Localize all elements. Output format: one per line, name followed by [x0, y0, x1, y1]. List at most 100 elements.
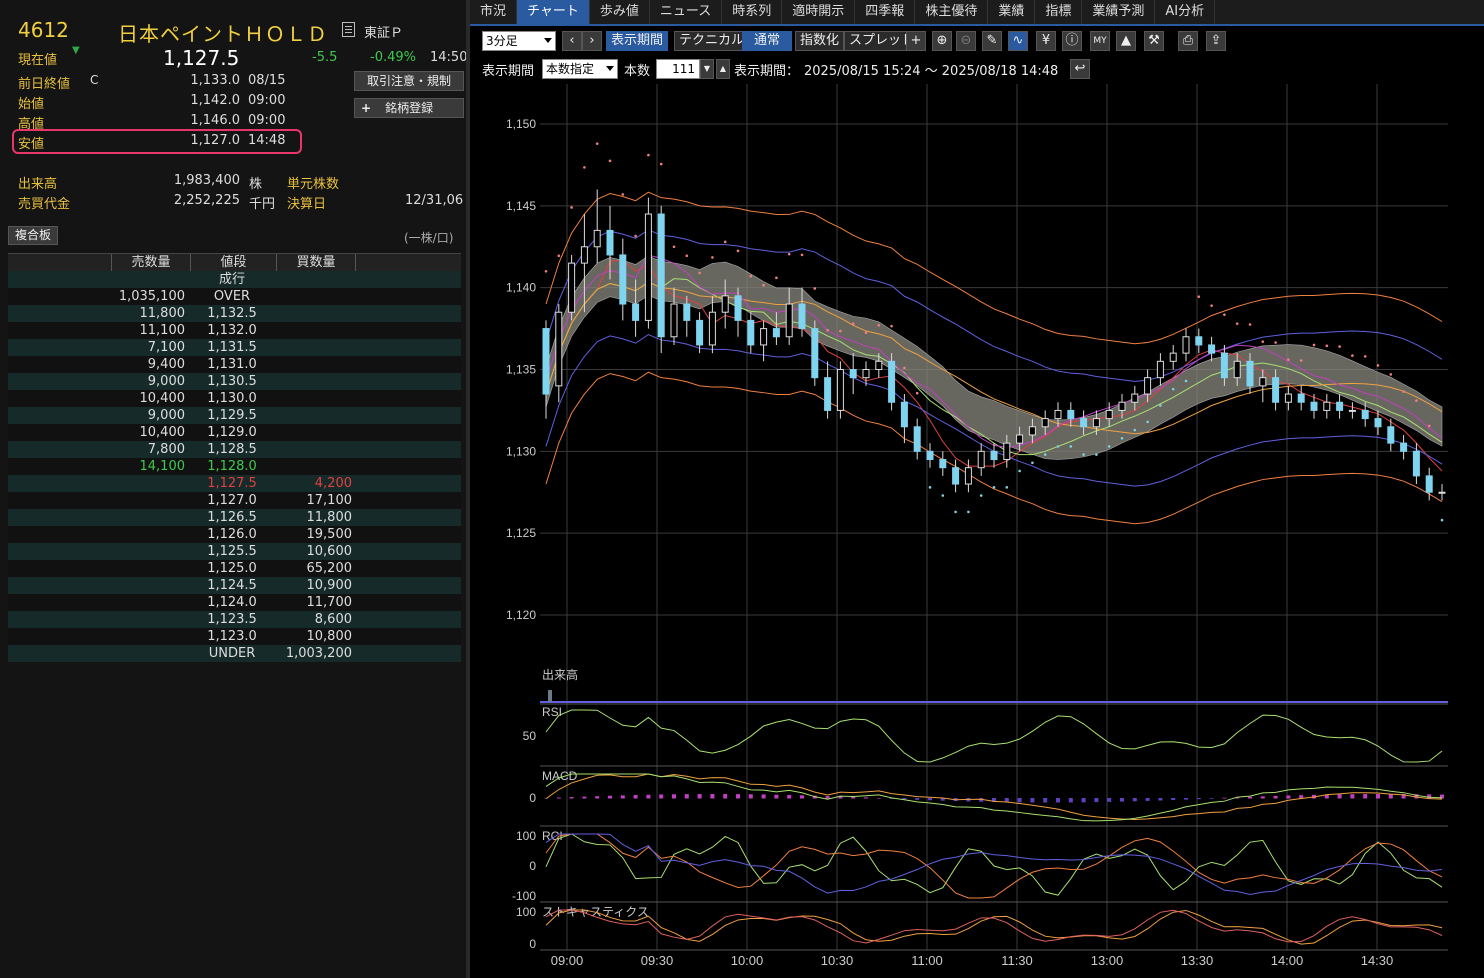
order-book-row[interactable]: 9,000 1,130.5 — [8, 373, 461, 390]
order-book-row[interactable]: 1,127.0 17,100 — [8, 492, 461, 509]
count-input[interactable]: 111 — [656, 59, 700, 79]
macd-histogram-bar — [1388, 794, 1393, 799]
tab-2[interactable]: 歩み値 — [590, 0, 650, 24]
candle-body — [913, 426, 921, 452]
print-icon[interactable]: ⎙ — [1178, 31, 1198, 51]
area-chart-icon[interactable]: ▲ — [1116, 31, 1136, 51]
order-book-row[interactable]: UNDER 1,003,200 — [8, 645, 461, 662]
order-book-row[interactable]: 14,100 1,128.0 — [8, 458, 461, 475]
macd-histogram-bar — [787, 794, 792, 799]
export-icon[interactable]: ⇪ — [1206, 31, 1226, 51]
macd-histogram-bar — [1120, 798, 1124, 802]
order-book-row[interactable]: 1,125.0 65,200 — [8, 560, 461, 577]
order-book-row[interactable]: 11,800 1,132.5 — [8, 305, 461, 322]
index-button[interactable]: 指数化 — [795, 31, 845, 51]
composite-board-button[interactable]: 複合板 — [8, 226, 58, 245]
x-tick-label: 11:30 — [1001, 953, 1033, 968]
zoom-out-icon[interactable]: ⊖ — [956, 31, 976, 51]
order-book-row[interactable]: 7,100 1,131.5 — [8, 339, 461, 356]
macd-histogram-bar — [1043, 798, 1048, 803]
wrench-icon[interactable]: ⚒ — [1144, 31, 1164, 51]
chevron-right-icon[interactable]: › — [582, 31, 602, 51]
document-icon[interactable] — [342, 22, 355, 37]
interval-select[interactable]: 3分足 — [482, 31, 556, 51]
macd-histogram-bar — [659, 794, 664, 799]
order-book-row[interactable]: 1,123.5 8,600 — [8, 611, 461, 628]
tab-4[interactable]: 時系列 — [722, 0, 783, 24]
order-book-row[interactable]: 9,400 1,131.0 — [8, 356, 461, 373]
tab-0[interactable]: 市況 — [470, 0, 518, 24]
low-time: 14:48 — [248, 133, 286, 148]
period-mode-select[interactable]: 本数指定 — [542, 59, 618, 79]
sell-qty-cell — [112, 594, 187, 611]
sar-dot — [1389, 373, 1393, 376]
order-book-row[interactable]: 9,000 1,129.5 — [8, 407, 461, 424]
order-book-row[interactable]: 1,035,100 OVER — [8, 288, 461, 305]
technical-button[interactable]: テクニカル — [674, 31, 750, 51]
my-indicator-icon[interactable]: MY — [1090, 31, 1110, 51]
sar-dot — [1325, 344, 1329, 348]
price-chart[interactable]: 09:00 09:30 10:00 10:30 11:00 11:30 13:00 13:30… — [470, 84, 1484, 978]
order-book-row[interactable]: 10,400 1,130.0 — [8, 390, 461, 407]
tab-7[interactable]: 株主優待 — [915, 0, 989, 24]
candle-body — [888, 360, 896, 403]
candle-body — [542, 328, 550, 395]
zoom-in-icon[interactable]: ⊕ — [932, 31, 952, 51]
order-book-row[interactable]: 11,100 1,132.0 — [8, 322, 461, 339]
candle-body — [1080, 418, 1088, 428]
candle-body — [619, 254, 627, 305]
chevron-left-icon[interactable]: ‹ — [562, 31, 582, 51]
macd-histogram-bar — [1222, 797, 1227, 799]
order-book-row[interactable]: 1,124.0 11,700 — [8, 594, 461, 611]
sar-dot — [954, 510, 957, 514]
order-book-row[interactable]: 1,126.0 19,500 — [8, 526, 461, 543]
tab-1[interactable]: チャート — [517, 0, 590, 24]
tab-11[interactable]: AI分析 — [1155, 0, 1216, 24]
buy-qty-cell — [277, 356, 352, 373]
order-book-row[interactable]: 10,400 1,129.0 — [8, 424, 461, 441]
order-book-row[interactable]: 1,126.5 11,800 — [8, 509, 461, 526]
candle-body — [555, 311, 563, 387]
macd-histogram-bar — [1427, 794, 1432, 799]
yen-icon[interactable]: ¥ — [1036, 31, 1056, 51]
display-period-button[interactable]: 表示期間 — [606, 31, 669, 51]
macd-histogram-bar — [595, 796, 600, 799]
macd-histogram-bar — [646, 794, 651, 799]
tab-9[interactable]: 指標 — [1035, 0, 1083, 24]
normal-button[interactable]: 通常 — [742, 31, 792, 51]
order-book-row[interactable]: 1,125.5 10,600 — [8, 543, 461, 560]
tab-3[interactable]: ニュース — [650, 0, 723, 24]
order-book-row[interactable]: 成行 — [8, 271, 461, 288]
order-book-row[interactable]: 7,800 1,128.5 — [8, 441, 461, 458]
chart-type-icon[interactable]: ∿ — [1008, 31, 1028, 51]
tab-6[interactable]: 四季報 — [855, 0, 916, 24]
range-value: 2025/08/15 15:24 ～ 2025/08/18 14:48 — [804, 64, 1059, 79]
sar-dot — [1082, 453, 1085, 456]
order-book-row[interactable]: 1,124.5 10,900 — [8, 577, 461, 594]
tab-5[interactable]: 適時開示 — [782, 0, 856, 24]
register-stock-button[interactable]: + 銘柄登録 — [354, 98, 464, 118]
open-value: 1,142.0 — [190, 93, 240, 108]
x-tick-label: 11:00 — [911, 953, 943, 968]
trading-rules-button[interactable]: 取引注意・規制 — [354, 71, 464, 91]
buy-qty-cell: 11,700 — [306, 595, 353, 610]
sell-qty-cell: 14,100 — [139, 459, 186, 474]
reset-icon[interactable]: ↩ — [1070, 59, 1090, 79]
tab-8[interactable]: 業績 — [988, 0, 1036, 24]
order-book-row[interactable]: 1,127.5 4,200 — [8, 475, 461, 492]
plus-icon[interactable]: + — [906, 31, 926, 51]
tab-10[interactable]: 業績予測 — [1082, 0, 1156, 24]
period-label: 表示期間 — [482, 64, 535, 79]
y-tick-label: 1,120 — [506, 608, 536, 622]
macd-histogram-bar — [1030, 798, 1035, 803]
count-down-icon[interactable]: ▼ — [700, 59, 714, 79]
count-up-icon[interactable]: ▲ — [716, 59, 730, 79]
macd-histogram-bar — [774, 794, 779, 799]
pen-icon[interactable]: ✎ — [982, 31, 1002, 51]
sell-qty-cell: 9,000 — [147, 374, 185, 389]
sar-dot — [1274, 341, 1277, 344]
count-label: 本数 — [624, 64, 651, 79]
order-book-row[interactable]: 1,123.0 10,800 — [8, 628, 461, 645]
info-icon[interactable]: ⓘ — [1062, 31, 1082, 51]
market-label: 東証Ｐ — [364, 26, 404, 41]
